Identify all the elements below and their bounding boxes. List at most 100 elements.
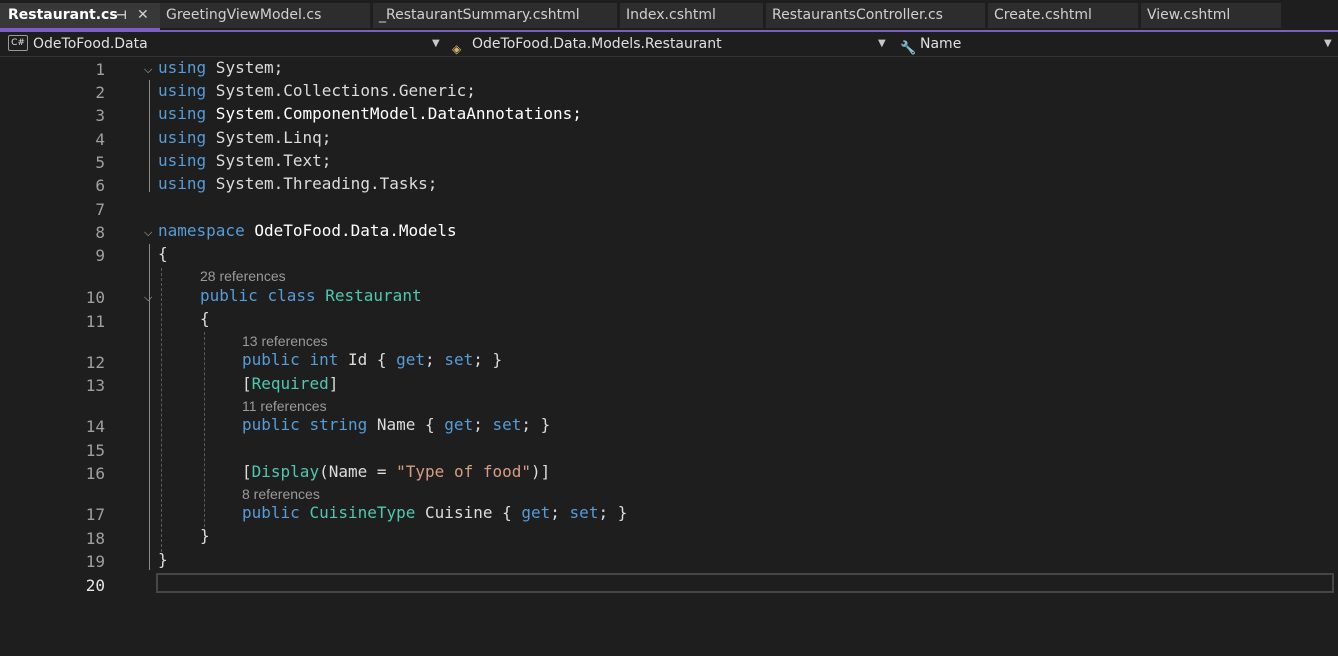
document-tab-strip: Restaurant.cs ⊣ ✕ GreetingViewModel.cs _…	[0, 0, 1338, 30]
codelens-references[interactable]: 11 references	[242, 398, 327, 414]
codelens-references[interactable]: 28 references	[200, 268, 286, 284]
tab-restaurantscontroller-cs[interactable]: RestaurantsController.cs	[766, 3, 985, 28]
code-line-4: using System.Linq;	[158, 128, 331, 147]
code-text: ;	[321, 128, 332, 147]
code-line-19: }	[158, 550, 168, 569]
csharp-project-icon: C#	[8, 35, 28, 51]
code-line-10: public class Restaurant	[200, 286, 422, 305]
line-number: 3	[95, 106, 105, 125]
class-icon: ◈	[452, 42, 462, 56]
code-text: Generic	[398, 81, 467, 100]
tab-restaurantsummary-cshtml[interactable]: _RestaurantSummary.cshtml	[373, 3, 617, 28]
line-number: 14	[85, 417, 105, 436]
project-dropdown[interactable]: C# OdeToFood.Data ▼	[8, 32, 446, 56]
type-dropdown[interactable]: ◈ OdeToFood.Data.Models.Restaurant ▼	[452, 32, 888, 56]
code-text: [	[242, 374, 252, 393]
tab-view-cshtml[interactable]: View.cshtml	[1141, 3, 1281, 28]
wrench-icon: 🔧	[900, 41, 917, 56]
code-text: ; }	[521, 415, 551, 434]
code-text: System.ComponentModel.DataAnnotations;	[206, 104, 582, 123]
keyword: using	[158, 104, 207, 123]
code-line-8: namespace OdeToFood.Data.Models	[158, 221, 457, 240]
code-text: System	[206, 81, 274, 100]
code-text: [	[242, 462, 252, 481]
chevron-down-icon: ▼	[1324, 38, 1332, 49]
code-line-9: {	[158, 244, 168, 263]
line-number: 10	[85, 288, 105, 307]
pin-icon[interactable]: ⊣	[116, 3, 127, 28]
line-number: 13	[85, 376, 105, 395]
code-text: Text	[283, 151, 322, 170]
code-text: ;	[425, 350, 445, 369]
code-text: ;	[550, 503, 570, 522]
code-text: .	[273, 151, 284, 170]
code-text: .	[273, 174, 284, 193]
code-line-18: }	[200, 526, 210, 545]
tab-greetingviewmodel-cs[interactable]: GreetingViewModel.cs	[160, 3, 370, 28]
code-text: System	[206, 128, 274, 147]
code-text: Cuisine {	[415, 503, 522, 522]
tab-restaurant-cs[interactable]: Restaurant.cs ⊣ ✕	[0, 3, 160, 30]
line-number: 6	[95, 176, 105, 195]
keyword: using	[158, 151, 207, 170]
keyword: using	[158, 174, 207, 193]
code-text: ;	[321, 151, 332, 170]
code-text: OdeToFood.Data.Models	[244, 221, 457, 240]
code-text: ; }	[598, 503, 628, 522]
line-number: 9	[95, 246, 105, 265]
code-text: .	[273, 81, 284, 100]
current-line-highlight[interactable]	[156, 573, 1334, 593]
member-label: Name	[920, 36, 962, 52]
keyword: using	[158, 58, 207, 77]
tab-label: _RestaurantSummary.cshtml	[379, 7, 580, 23]
line-number: 16	[85, 464, 105, 483]
project-label: OdeToFood.Data	[33, 36, 148, 52]
close-icon[interactable]: ✕	[137, 3, 149, 28]
code-line-3: using System.ComponentModel.DataAnnotati…	[158, 104, 582, 123]
keyword: namespace	[158, 221, 245, 240]
keyword: set	[569, 503, 599, 522]
code-text: (Name =	[319, 462, 397, 481]
code-line-12: public int Id { get; set; }	[242, 350, 502, 369]
collapse-chevron-icon[interactable]: ⌵	[144, 226, 152, 240]
collapse-chevron-icon[interactable]: ⌵	[144, 63, 152, 77]
code-text: Collections	[283, 81, 390, 100]
line-number: 18	[85, 529, 105, 548]
keyword: set	[444, 350, 474, 369]
keyword: get	[444, 415, 474, 434]
keyword: public	[242, 415, 300, 434]
line-number: 1	[95, 60, 105, 79]
navigation-bar: C# OdeToFood.Data ▼ ◈ OdeToFood.Data.Model…	[0, 32, 1338, 57]
keyword: int	[309, 350, 339, 369]
using-block-bracket	[149, 80, 150, 192]
codelens-references[interactable]: 8 references	[242, 486, 320, 502]
type-name: Restaurant	[325, 286, 422, 305]
tab-label: Restaurant.cs	[8, 7, 118, 23]
member-dropdown[interactable]: 🔧 Name ▼	[900, 32, 1334, 56]
code-line-17: public CuisineType Cuisine { get; set; }	[242, 503, 627, 522]
type-name: Display	[251, 462, 320, 481]
codelens-references[interactable]: 13 references	[242, 333, 328, 349]
code-text: ;	[427, 174, 438, 193]
keyword: using	[158, 128, 207, 147]
tab-create-cshtml[interactable]: Create.cshtml	[988, 3, 1138, 28]
code-line-2: using System.Collections.Generic;	[158, 81, 476, 100]
string-literal: "Type of food"	[396, 462, 531, 481]
tab-label: Create.cshtml	[994, 7, 1092, 23]
code-text: Tasks	[379, 174, 428, 193]
code-line-11: {	[200, 309, 210, 328]
code-line-16: [Display(Name = "Type of food")]	[242, 462, 550, 481]
code-text: Linq	[283, 128, 322, 147]
line-number: 5	[95, 153, 105, 172]
tab-index-cshtml[interactable]: Index.cshtml	[620, 3, 763, 28]
chevron-down-icon: ▼	[432, 38, 440, 49]
tab-label: RestaurantsController.cs	[772, 7, 943, 23]
keyword: set	[492, 415, 522, 434]
line-number: 19	[85, 552, 105, 571]
keyword: public	[242, 503, 300, 522]
code-text: ]	[328, 374, 339, 393]
chevron-down-icon: ▼	[878, 38, 886, 49]
